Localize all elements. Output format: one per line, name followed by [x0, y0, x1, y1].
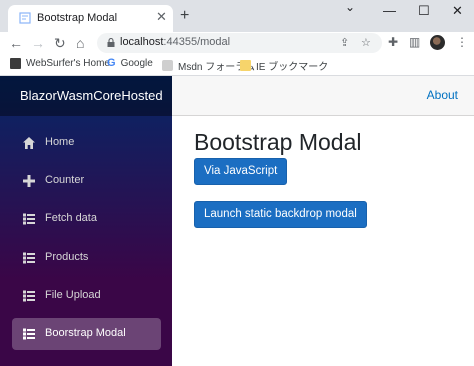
about-link[interactable]: About: [427, 88, 458, 102]
maximize-icon[interactable]: ☐: [418, 3, 430, 19]
nav-item-counter[interactable]: Counter: [12, 165, 161, 197]
tab-search-icon[interactable]: ⌄: [345, 0, 355, 14]
address-bar[interactable]: localhost:44355/modal ⇪ ☆: [97, 33, 382, 53]
nav-item-home[interactable]: Home: [12, 127, 161, 159]
sidebar: BlazorWasmCoreHosted Home Counter Fetch …: [0, 76, 172, 366]
lock-icon: [107, 38, 115, 47]
plus-icon: [23, 175, 35, 187]
page-favicon-icon: [19, 12, 31, 24]
minimize-icon[interactable]: —: [383, 3, 396, 18]
page-title: Bootstrap Modal: [194, 129, 362, 155]
nav-item-products[interactable]: Products: [12, 242, 161, 274]
tab-strip: Bootstrap Modal ✕ + ⌄ — ☐ ✕: [0, 0, 474, 32]
profile-avatar[interactable]: [430, 35, 445, 50]
extensions-icon[interactable]: ✚: [388, 35, 398, 49]
bookmarks-bar: WebSurfer's Home G Google Msdn フォーラム IE …: [0, 54, 474, 76]
via-javascript-button[interactable]: Via JavaScript: [194, 158, 288, 185]
new-tab-button[interactable]: +: [180, 8, 189, 24]
list-icon: [23, 290, 35, 302]
brand-bar: BlazorWasmCoreHosted: [0, 76, 172, 116]
reload-icon[interactable]: ↻: [54, 34, 66, 52]
side-panel-icon[interactable]: ▥: [409, 35, 420, 49]
brand-link[interactable]: BlazorWasmCoreHosted: [20, 88, 163, 103]
folder-icon: [240, 60, 251, 71]
forward-icon[interactable]: →: [31, 34, 45, 52]
msdn-icon: [162, 60, 173, 71]
bookmark-item[interactable]: G Google: [107, 57, 153, 70]
tab-close-icon[interactable]: ✕: [156, 10, 167, 24]
url-text: localhost:44355/modal: [120, 36, 231, 48]
google-icon: G: [107, 57, 116, 69]
browser-tab[interactable]: Bootstrap Modal ✕: [8, 5, 173, 32]
nav-item-fetch-data[interactable]: Fetch data: [12, 203, 161, 235]
nav-item-file-upload[interactable]: File Upload: [12, 280, 161, 312]
nav-item-bootstrap-modal[interactable]: Boorstrap Modal: [12, 318, 161, 350]
window-close-icon[interactable]: ✕: [452, 3, 463, 19]
top-row: About: [172, 76, 474, 116]
list-icon: [23, 213, 35, 225]
share-icon[interactable]: ⇪: [340, 36, 349, 49]
main-content: Bootstrap Modal Via JavaScript Launch st…: [172, 116, 474, 366]
tab-title: Bootstrap Modal: [37, 12, 118, 24]
bookmark-folder[interactable]: IE ブックマーク: [240, 58, 328, 73]
web-page: BlazorWasmCoreHosted Home Counter Fetch …: [0, 76, 474, 366]
home-button-icon[interactable]: ⌂: [76, 34, 84, 52]
list-icon: [23, 328, 35, 340]
list-icon: [23, 252, 35, 264]
launch-static-backdrop-modal-button[interactable]: Launch static backdrop modal: [194, 201, 367, 228]
bookmark-item[interactable]: WebSurfer's Home: [10, 58, 110, 69]
browser-toolbar: ← → ↻ ⌂ localhost:44355/modal ⇪ ☆ ✚ ▥ ⋮: [0, 32, 474, 54]
bookmark-star-icon[interactable]: ☆: [361, 36, 371, 49]
website-icon: [10, 58, 21, 69]
home-icon: [23, 137, 35, 149]
menu-kebab-icon[interactable]: ⋮: [456, 35, 468, 49]
back-icon[interactable]: ←: [9, 34, 23, 52]
